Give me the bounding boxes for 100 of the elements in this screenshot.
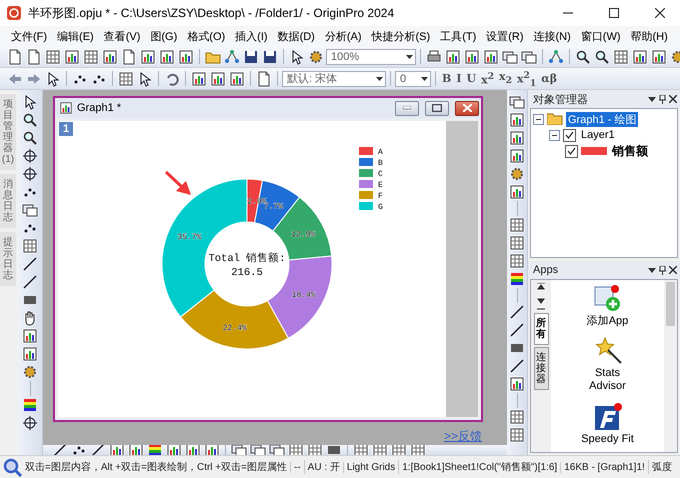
chart-icon[interactable]: [209, 70, 227, 88]
network-icon[interactable]: [223, 48, 241, 66]
format-button[interactable]: αβ: [539, 70, 560, 88]
grid-icon[interactable]: [508, 252, 526, 270]
close-button[interactable]: [455, 100, 479, 116]
grid-icon[interactable]: [21, 237, 39, 255]
tree-item[interactable]: Layer1: [579, 129, 617, 141]
scroll-arrows-icon[interactable]: [537, 283, 545, 311]
chart-icon[interactable]: [139, 48, 157, 66]
menu-item[interactable]: 快捷分析(S): [366, 28, 436, 44]
maximize-icon[interactable]: [432, 104, 442, 112]
magnifier-icon[interactable]: [21, 111, 39, 129]
menu-item[interactable]: 格式(O): [182, 28, 230, 44]
grid-icon[interactable]: [82, 48, 100, 66]
format-button[interactable]: B: [440, 70, 454, 88]
font-size-dropdown[interactable]: 0: [395, 70, 431, 86]
chart-icon[interactable]: [444, 48, 462, 66]
grid-icon[interactable]: [508, 216, 526, 234]
chart-icon[interactable]: [508, 147, 526, 165]
chart-icon[interactable]: [508, 375, 526, 393]
side-tab[interactable]: 项目管理器 (1): [0, 94, 16, 170]
tree-item[interactable]: 销售额: [610, 142, 650, 160]
side-tab[interactable]: 提示日志: [0, 232, 16, 286]
tree-item[interactable]: Graph1 - 绘图: [566, 112, 638, 126]
line-icon[interactable]: [508, 321, 526, 339]
gear-icon[interactable]: [21, 363, 39, 381]
menu-item[interactable]: 文件(F): [6, 28, 52, 44]
grid-icon[interactable]: [508, 408, 526, 426]
line-icon[interactable]: [508, 357, 526, 375]
app-label[interactable]: 添加App: [578, 315, 638, 328]
gear-icon[interactable]: [508, 165, 526, 183]
caret-icon[interactable]: [421, 76, 428, 80]
format-button[interactable]: I: [454, 70, 464, 88]
chart-icon[interactable]: [190, 70, 208, 88]
chart-icon[interactable]: [508, 183, 526, 201]
add-app-icon[interactable]: [592, 284, 622, 314]
color-bars-icon[interactable]: [508, 270, 526, 288]
pin-icon[interactable]: [659, 266, 666, 274]
chart-icon[interactable]: [508, 129, 526, 147]
menu-item[interactable]: 连接(N): [528, 28, 576, 44]
line-icon[interactable]: [508, 303, 526, 321]
close-icon[interactable]: [669, 266, 677, 274]
app-label[interactable]: Speedy Fit: [578, 432, 638, 446]
crosshair-icon[interactable]: [21, 147, 39, 165]
pin-icon[interactable]: [659, 94, 666, 104]
magnifier-icon[interactable]: [21, 129, 39, 147]
checkbox[interactable]: [563, 128, 576, 142]
chart-icon[interactable]: [21, 345, 39, 363]
chart-icon[interactable]: [177, 48, 195, 66]
grid-icon[interactable]: [508, 234, 526, 252]
zoom-dropdown[interactable]: 100%: [326, 48, 416, 64]
chart-icon[interactable]: [463, 48, 481, 66]
format-button[interactable]: x$^{2}$: [479, 70, 496, 88]
format-button[interactable]: U: [464, 70, 478, 88]
menu-item[interactable]: 编辑(E): [52, 28, 99, 44]
menu-item[interactable]: 帮助(H): [626, 28, 673, 44]
menu-item[interactable]: 图(G): [145, 28, 182, 44]
format-button[interactable]: x$_{2}$: [497, 70, 514, 88]
menu-item[interactable]: 工具(T): [435, 28, 482, 44]
apps-tab[interactable]: 所有: [534, 313, 548, 345]
menu-item[interactable]: 分析(A): [320, 28, 367, 44]
close-icon[interactable]: [669, 95, 677, 103]
menu-item[interactable]: 数据(D): [272, 28, 320, 44]
side-tab[interactable]: 消息日志: [0, 174, 16, 228]
apps-tab[interactable]: 连接器: [534, 347, 548, 390]
collapse-toggle[interactable]: [533, 114, 544, 124]
crosshair-icon[interactable]: [21, 165, 39, 183]
layer-badge[interactable]: 1: [59, 122, 73, 136]
chart-icon[interactable]: [508, 111, 526, 129]
minimize-button[interactable]: [395, 100, 419, 116]
chart-icon[interactable]: [21, 327, 39, 345]
color-bars-icon[interactable]: [21, 396, 39, 414]
font-dropdown[interactable]: 默认: 宋体: [282, 70, 386, 86]
grid-icon[interactable]: [117, 70, 135, 88]
chart-icon[interactable]: [158, 48, 176, 66]
menu-item[interactable]: 查看(V): [98, 28, 146, 44]
dropdown-icon[interactable]: [648, 96, 656, 102]
checkbox[interactable]: [565, 144, 578, 158]
chart-icon[interactable]: [650, 48, 668, 66]
dropdown-icon[interactable]: [648, 268, 656, 272]
app-label[interactable]: Stats Advisor: [578, 367, 638, 394]
chart-icon[interactable]: [631, 48, 649, 66]
crosshair-icon[interactable]: [21, 414, 39, 432]
line-icon[interactable]: [21, 255, 39, 273]
grid-icon[interactable]: [612, 48, 630, 66]
menu-item[interactable]: 窗口(W): [576, 28, 626, 44]
speedy-fit-icon[interactable]: [592, 402, 622, 432]
chart-icon[interactable]: [63, 48, 81, 66]
caret-icon[interactable]: [406, 54, 413, 58]
menu-item[interactable]: 设置(R): [481, 28, 529, 44]
caret-icon[interactable]: [376, 76, 383, 80]
grid-icon[interactable]: [508, 426, 526, 444]
magic-wand-icon[interactable]: [592, 336, 622, 366]
menu-item[interactable]: 插入(I): [230, 28, 273, 44]
maximize-icon[interactable]: [609, 8, 619, 18]
maximize-button[interactable]: [425, 100, 449, 116]
network-icon[interactable]: [547, 48, 565, 66]
close-icon[interactable]: [655, 8, 665, 18]
chart-icon[interactable]: [101, 48, 119, 66]
chart-icon[interactable]: [482, 48, 500, 66]
